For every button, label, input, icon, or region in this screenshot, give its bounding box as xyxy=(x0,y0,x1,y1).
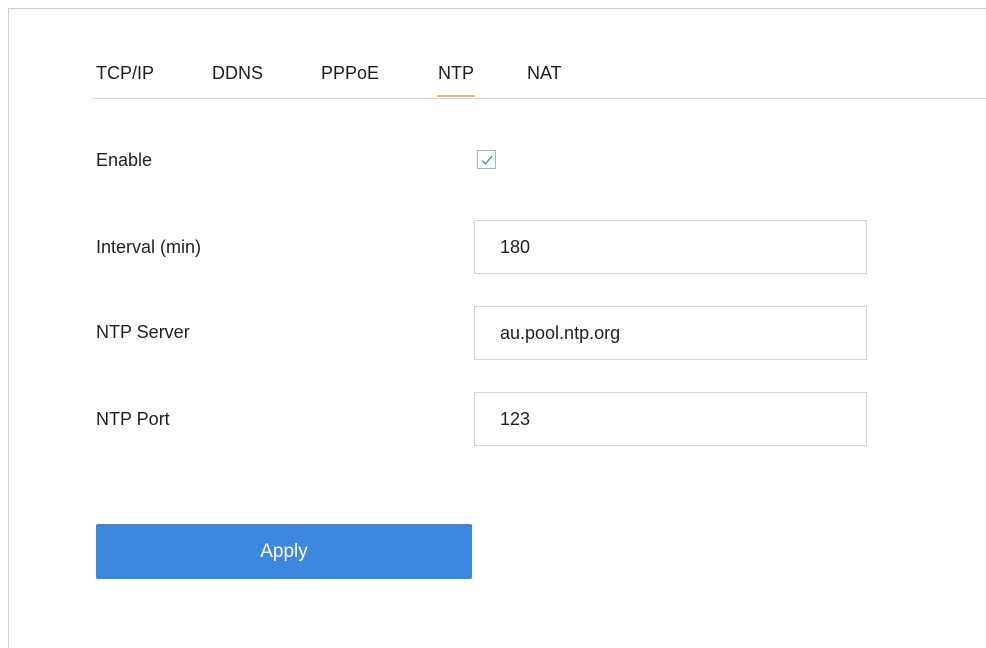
enable-checkbox[interactable] xyxy=(477,150,496,169)
checkmark-icon xyxy=(481,155,493,166)
tab-pppoe[interactable]: PPPoE xyxy=(321,60,379,96)
ntp-port-input[interactable] xyxy=(474,392,867,446)
interval-input[interactable] xyxy=(474,220,867,274)
ntp-server-label: NTP Server xyxy=(96,322,190,342)
network-tabs: TCP/IP DDNS PPPoE NTP NAT xyxy=(92,58,986,99)
interval-label: Interval (min) xyxy=(96,237,202,257)
ntp-server-input[interactable] xyxy=(474,306,867,360)
tab-nat[interactable]: NAT xyxy=(527,60,562,96)
tab-tcpip[interactable]: TCP/IP xyxy=(96,60,154,96)
tab-ntp[interactable]: NTP xyxy=(437,60,475,97)
enable-label: Enable xyxy=(96,150,153,170)
ntp-port-label: NTP Port xyxy=(96,409,170,429)
apply-button[interactable]: Apply xyxy=(96,524,472,579)
tab-ddns[interactable]: DDNS xyxy=(212,60,263,96)
